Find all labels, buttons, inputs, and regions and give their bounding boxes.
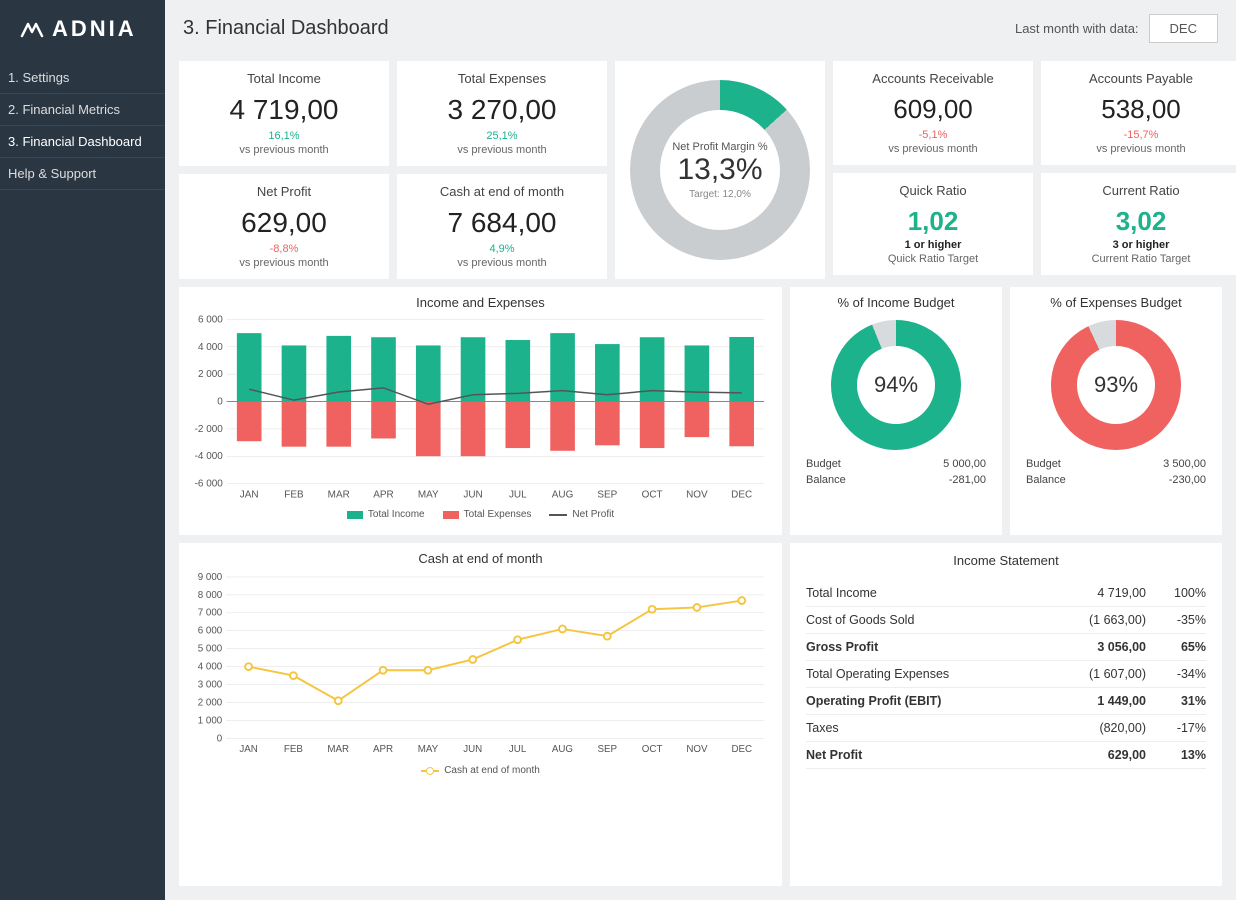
svg-text:7 000: 7 000 (198, 608, 223, 619)
income-expenses-legend: Total Income Total Expenses Net Profit (187, 509, 774, 520)
stmt-row: Total Income4 719,00100% (806, 580, 1206, 607)
svg-text:JUL: JUL (509, 744, 527, 755)
svg-text:-4 000: -4 000 (195, 451, 224, 462)
cash-legend: Cash at end of month (187, 765, 774, 776)
svg-text:NOV: NOV (686, 490, 708, 501)
logo: ADNIA (0, 0, 165, 62)
income-statement: Income Statement Total Income4 719,00100… (790, 543, 1222, 886)
sidebar: ADNIA 1. Settings2. Financial Metrics3. … (0, 0, 165, 900)
svg-text:AUG: AUG (552, 490, 574, 501)
stmt-row: Cost of Goods Sold(1 663,00)-35% (806, 607, 1206, 634)
cash-svg: 0 1 000 2 000 3 000 4 000 5 000 6 000 7 000 8 00… (187, 570, 774, 760)
svg-text:MAR: MAR (328, 490, 350, 501)
svg-text:4 000: 4 000 (198, 662, 223, 673)
svg-text:SEP: SEP (598, 744, 618, 755)
stmt-row: Total Operating Expenses(1 607,00)-34% (806, 661, 1206, 688)
kpi-accounts-payable: Accounts Payable 538,00 -15,7% vs previo… (1041, 61, 1236, 165)
svg-text:2 000: 2 000 (198, 697, 223, 708)
kpi-cash: Cash at end of month 7 684,00 4,9% vs pr… (397, 174, 607, 279)
svg-text:MAY: MAY (418, 744, 439, 755)
svg-text:MAR: MAR (327, 744, 349, 755)
svg-text:FEB: FEB (284, 490, 304, 501)
svg-text:JUL: JUL (509, 490, 527, 501)
income-expenses-svg: -6 000 -4 000 -2 000 0 2 000 4 000 6 000 JAN FEB… (187, 314, 774, 504)
svg-text:4 000: 4 000 (198, 342, 223, 353)
svg-text:FEB: FEB (284, 744, 303, 755)
nav-item-2[interactable]: 3. Financial Dashboard (0, 126, 165, 158)
stmt-row: Taxes(820,00)-17% (806, 715, 1206, 742)
svg-text:JUN: JUN (463, 490, 482, 501)
svg-text:-2 000: -2 000 (195, 424, 224, 435)
svg-text:SEP: SEP (597, 490, 617, 501)
page-title: 3. Financial Dashboard (183, 17, 389, 40)
kpi-current-ratio: Current Ratio 3,02 3 or higher Current R… (1041, 173, 1236, 275)
kpi-quick-ratio: Quick Ratio 1,02 1 or higher Quick Ratio… (833, 173, 1033, 275)
svg-text:9 000: 9 000 (198, 572, 223, 583)
svg-text:8 000: 8 000 (198, 590, 223, 601)
stmt-row: Net Profit629,0013% (806, 742, 1206, 769)
kpi-net-profit: Net Profit 629,00 -8,8% vs previous mont… (179, 174, 389, 279)
month-label: Last month with data: (1015, 21, 1139, 36)
svg-text:0: 0 (217, 733, 223, 744)
month-selector[interactable]: DEC (1149, 14, 1218, 43)
svg-text:0: 0 (217, 397, 223, 408)
cash-chart: Cash at end of month 0 1 000 2 000 3 000 4 0… (179, 543, 782, 886)
stmt-row: Gross Profit3 056,0065% (806, 634, 1206, 661)
svg-text:JAN: JAN (240, 490, 259, 501)
svg-text:JUN: JUN (463, 744, 482, 755)
svg-text:APR: APR (373, 744, 393, 755)
main: 3. Financial Dashboard Last month with d… (165, 0, 1236, 900)
svg-text:MAY: MAY (418, 490, 439, 501)
expenses-budget-card: % of Expenses Budget 93% Budget3 500,00 … (1010, 287, 1222, 535)
svg-text:-6 000: -6 000 (195, 479, 224, 490)
svg-text:AUG: AUG (552, 744, 573, 755)
svg-text:DEC: DEC (731, 744, 752, 755)
nav-item-3[interactable]: Help & Support (0, 158, 165, 190)
svg-text:NOV: NOV (686, 744, 708, 755)
logo-icon (20, 20, 44, 38)
svg-text:6 000: 6 000 (198, 314, 223, 325)
svg-text:1 000: 1 000 (198, 715, 223, 726)
nav-item-1[interactable]: 2. Financial Metrics (0, 94, 165, 126)
kpi-total-expenses: Total Expenses 3 270,00 25,1% vs previou… (397, 61, 607, 166)
svg-text:5 000: 5 000 (198, 644, 223, 655)
net-profit-margin-donut: Net Profit Margin % 13,3% Target: 12,0% (615, 61, 825, 279)
svg-text:OCT: OCT (642, 490, 663, 501)
svg-text:3 000: 3 000 (198, 680, 223, 691)
nav-item-0[interactable]: 1. Settings (0, 62, 165, 94)
svg-text:2 000: 2 000 (198, 369, 223, 380)
brand-text: ADNIA (52, 16, 137, 42)
kpi-total-income: Total Income 4 719,00 16,1% vs previous … (179, 61, 389, 166)
svg-text:APR: APR (373, 490, 393, 501)
stmt-row: Operating Profit (EBIT)1 449,0031% (806, 688, 1206, 715)
svg-text:DEC: DEC (731, 490, 752, 501)
svg-text:6 000: 6 000 (198, 626, 223, 637)
income-budget-card: % of Income Budget 94% Budget5 000,00 Ba… (790, 287, 1002, 535)
income-expenses-chart: Income and Expenses -6 000-4 000-2 00002… (179, 287, 782, 535)
svg-text:JAN: JAN (239, 744, 257, 755)
svg-text:OCT: OCT (642, 744, 663, 755)
kpi-accounts-receivable: Accounts Receivable 609,00 -5,1% vs prev… (833, 61, 1033, 165)
